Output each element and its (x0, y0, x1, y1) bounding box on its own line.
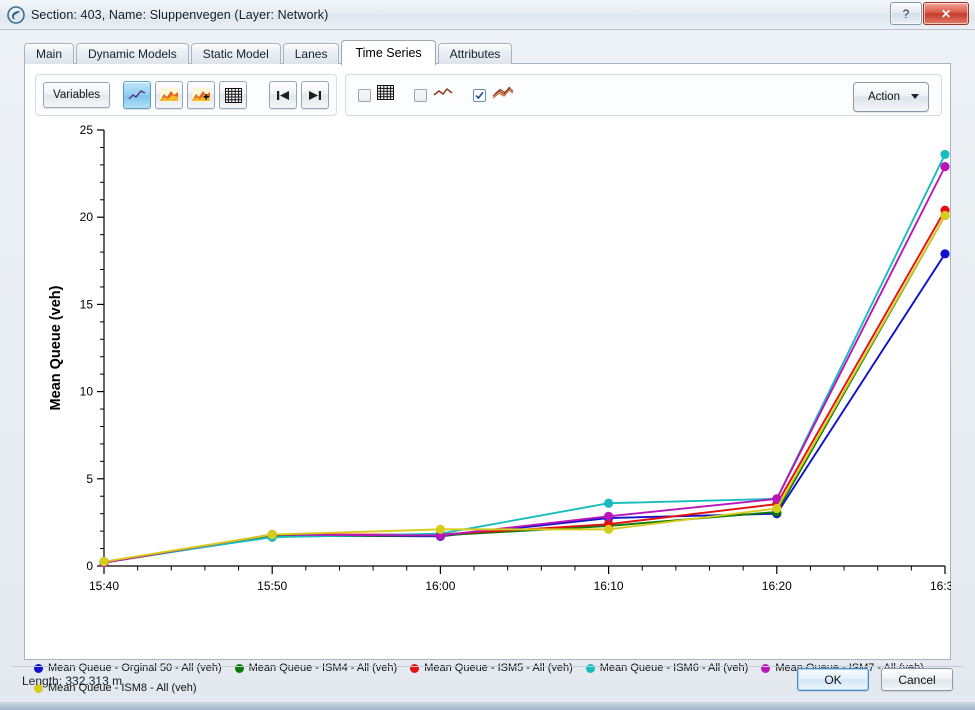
window-controls: ? ✕ (889, 2, 969, 25)
tab-strip: Main Dynamic Models Static Model Lanes Time … (24, 40, 514, 65)
data-point[interactable] (772, 503, 782, 514)
series-line (103, 214, 946, 564)
tab-main[interactable]: Main (24, 43, 75, 64)
time-series-chart: 0 5 10 15 20 25 15:40 15:50 16:00 16:10 16:20 16:30… (26, 122, 951, 694)
variables-group: Variables (35, 74, 338, 116)
area-chart-plus-icon[interactable] (187, 81, 216, 109)
table-grid-icon[interactable] (219, 81, 248, 109)
action-button-label: Action (868, 91, 900, 103)
series-3 (99, 149, 950, 567)
series-4 (99, 162, 950, 568)
tab-time-series[interactable]: Time Series (341, 40, 436, 65)
y-axis-title: Mean Queue (veh) (48, 285, 64, 410)
show-series-checkbox[interactable] (473, 88, 486, 102)
data-point[interactable] (940, 149, 950, 160)
x-tick-label: 16:10 (594, 579, 624, 592)
show-series-option[interactable] (473, 86, 514, 104)
tab-static-model[interactable]: Static Model (190, 43, 281, 64)
y-tick-label: 10 (80, 385, 94, 399)
series-5 (99, 210, 950, 567)
window-title: Section: 403, Name: Sluppenvegen (Layer:… (31, 7, 329, 22)
data-point[interactable] (604, 511, 614, 521)
chevron-down-icon (911, 94, 919, 99)
chart-plot-area[interactable]: 0 5 10 15 20 25 15:40 15:50 16:00 16:10 16:20 16:30… (26, 122, 951, 592)
data-point[interactable] (267, 530, 277, 540)
line-chart-icon[interactable] (123, 81, 152, 109)
data-point[interactable] (435, 524, 445, 534)
data-point[interactable] (604, 498, 614, 508)
area-chart-icon[interactable] (155, 81, 184, 109)
window-bottom-edge (0, 702, 975, 710)
series-2 (99, 205, 950, 568)
action-button[interactable]: Action (853, 82, 929, 112)
status-bar: Length: 332.313 m OK Cancel (12, 666, 963, 698)
help-button[interactable]: ? (890, 2, 922, 25)
data-point[interactable] (940, 162, 950, 172)
skip-to-end-icon[interactable] (301, 81, 330, 109)
title-bar: Section: 403, Name: Sluppenvegen (Layer:… (0, 0, 975, 30)
series-line (103, 153, 946, 563)
data-point[interactable] (99, 557, 109, 567)
data-point[interactable] (604, 524, 614, 534)
x-tick-label: 16:00 (425, 579, 455, 592)
tab-label: Attributes (449, 47, 501, 61)
skip-to-start-icon[interactable] (269, 81, 298, 109)
show-average-option[interactable] (414, 86, 453, 104)
tab-label: Lanes (294, 47, 328, 61)
tab-attributes[interactable]: Attributes (437, 43, 513, 64)
ok-button[interactable]: OK (797, 668, 869, 691)
x-tick-label: 15:50 (257, 579, 287, 592)
tab-label: Time Series (355, 46, 422, 60)
y-tick-label: 20 (80, 210, 94, 224)
grid-icon (377, 85, 394, 105)
y-tick-label: 25 (80, 123, 94, 137)
x-tick-label: 16:20 (762, 579, 792, 592)
x-tick-label: 16:30 (930, 579, 951, 592)
series-line (103, 214, 946, 563)
show-grid-option[interactable] (358, 85, 394, 105)
x-tick-label: 15:40 (89, 579, 119, 592)
show-average-checkbox[interactable] (414, 88, 427, 102)
single-line-icon (433, 86, 453, 104)
tab-label: Static Model (202, 47, 269, 61)
tab-label: Dynamic Models (88, 47, 177, 61)
tab-lanes[interactable]: Lanes (282, 43, 340, 64)
tab-label: Main (36, 47, 63, 61)
check-mark-icon (475, 91, 484, 99)
close-button[interactable]: ✕ (923, 2, 969, 25)
series-line (103, 253, 946, 564)
variables-button[interactable]: Variables (43, 82, 111, 108)
series-line (103, 209, 946, 564)
y-tick-label: 15 (80, 297, 94, 311)
cancel-button[interactable]: Cancel (881, 668, 953, 691)
dialog-window: Section: 403, Name: Sluppenvegen (Layer:… (0, 0, 975, 710)
y-tick-label: 0 (86, 559, 93, 573)
series-1 (99, 210, 950, 568)
y-tick-label: 5 (86, 472, 93, 486)
multi-line-icon (492, 86, 514, 104)
series-line (103, 166, 946, 564)
time-series-panel: Variables Action 0 5 10 15 20 25 15:40 1… (24, 63, 951, 694)
chart-toolbar: Variables (35, 74, 338, 116)
data-point[interactable] (940, 249, 950, 259)
length-status: Length: 332.313 m (22, 674, 123, 688)
tab-dynamic-models[interactable]: Dynamic Models (76, 43, 189, 64)
show-grid-checkbox[interactable] (358, 88, 371, 102)
app-swirl-icon (7, 5, 25, 24)
display-options-group: Action (345, 74, 942, 116)
data-point[interactable] (940, 210, 950, 221)
